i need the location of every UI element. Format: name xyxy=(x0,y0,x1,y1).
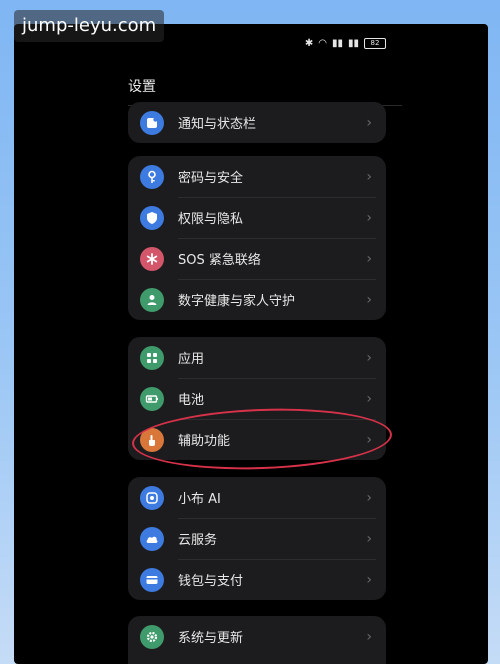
status-icons: ✱ ◠ ▮▮ ▮▮ 82 xyxy=(305,38,386,49)
chevron-right-icon: › xyxy=(366,628,372,645)
watermark-text: jump-leyu.com xyxy=(14,10,165,42)
settings-item-notifications[interactable]: 通知与状态栏 › xyxy=(128,102,386,143)
battery-icon xyxy=(140,386,164,411)
settings-item-label: 辅助功能 xyxy=(178,434,231,449)
notification-icon xyxy=(140,110,164,135)
settings-item-label: 电池 xyxy=(178,393,205,408)
settings-item-label: 数字健康与家人守护 xyxy=(178,294,296,309)
wifi-icon: ◠ xyxy=(318,38,327,49)
settings-group-apps: 应用 › 电池 › 辅助功能 › xyxy=(128,337,386,460)
battery-indicator: 82 xyxy=(364,38,386,49)
page-title: 设置 xyxy=(128,79,156,95)
settings-item-breeno-ai[interactable]: 小布 AI › xyxy=(128,477,386,518)
person-icon xyxy=(140,287,164,312)
settings-group-services: 小布 AI › 云服务 › 钱包与支付 › xyxy=(128,477,386,600)
key-icon xyxy=(140,164,164,189)
chevron-right-icon: › xyxy=(366,114,372,131)
settings-item-label: 系统与更新 xyxy=(178,631,244,646)
hand-icon xyxy=(140,427,164,452)
asterisk-icon xyxy=(140,246,164,271)
settings-item-password-security[interactable]: 密码与安全 › xyxy=(128,156,386,197)
settings-item-battery[interactable]: 电池 › xyxy=(128,378,386,419)
cloud-icon xyxy=(140,526,164,551)
settings-item-accessibility[interactable]: 辅助功能 › xyxy=(128,419,386,460)
settings-item-label: SOS 紧急联络 xyxy=(178,253,261,268)
chevron-right-icon: › xyxy=(366,250,372,267)
chevron-right-icon: › xyxy=(366,390,372,407)
settings-item-permissions-privacy[interactable]: 权限与隐私 › xyxy=(128,197,386,238)
chevron-right-icon: › xyxy=(366,431,372,448)
chevron-right-icon: › xyxy=(366,489,372,506)
phone-screen: ✱ ◠ ▮▮ ▮▮ 82 设置 通知与状态栏 › 密码与安全 › 权限与隐私 ›… xyxy=(14,24,488,664)
bluetooth-icon: ✱ xyxy=(304,38,314,49)
chevron-right-icon: › xyxy=(366,209,372,226)
settings-item-cloud-service[interactable]: 云服务 › xyxy=(128,518,386,559)
settings-item-digital-wellbeing[interactable]: 数字健康与家人守护 › xyxy=(128,279,386,320)
chevron-right-icon: › xyxy=(366,168,372,185)
settings-item-apps[interactable]: 应用 › xyxy=(128,337,386,378)
shield-icon xyxy=(140,205,164,230)
settings-item-label: 应用 xyxy=(178,352,205,367)
settings-group-system: 系统与更新 › xyxy=(128,616,386,664)
apps-icon xyxy=(140,345,164,370)
chevron-right-icon: › xyxy=(366,530,372,547)
chevron-right-icon: › xyxy=(366,571,372,588)
settings-item-label: 通知与状态栏 xyxy=(178,117,257,132)
settings-item-sos[interactable]: SOS 紧急联络 › xyxy=(128,238,386,279)
settings-item-label: 云服务 xyxy=(178,533,218,548)
settings-item-label: 小布 AI xyxy=(178,492,221,507)
signal-icon: ▮▮ xyxy=(331,38,343,49)
chevron-right-icon: › xyxy=(366,291,372,308)
signal-icon-2: ▮▮ xyxy=(347,38,359,49)
settings-group-notifications: 通知与状态栏 › xyxy=(128,102,386,143)
chevron-right-icon: › xyxy=(366,349,372,366)
gear-icon xyxy=(140,624,164,649)
settings-item-system-update[interactable]: 系统与更新 › xyxy=(128,616,386,657)
ai-icon xyxy=(140,485,164,510)
settings-item-label: 密码与安全 xyxy=(178,171,244,186)
settings-group-security: 密码与安全 › 权限与隐私 › SOS 紧急联络 › 数字健康与家人守护 › xyxy=(128,156,386,320)
wallet-icon xyxy=(140,567,164,592)
settings-item-wallet-payment[interactable]: 钱包与支付 › xyxy=(128,559,386,600)
settings-item-label: 权限与隐私 xyxy=(178,212,244,227)
settings-item-label: 钱包与支付 xyxy=(178,574,244,589)
